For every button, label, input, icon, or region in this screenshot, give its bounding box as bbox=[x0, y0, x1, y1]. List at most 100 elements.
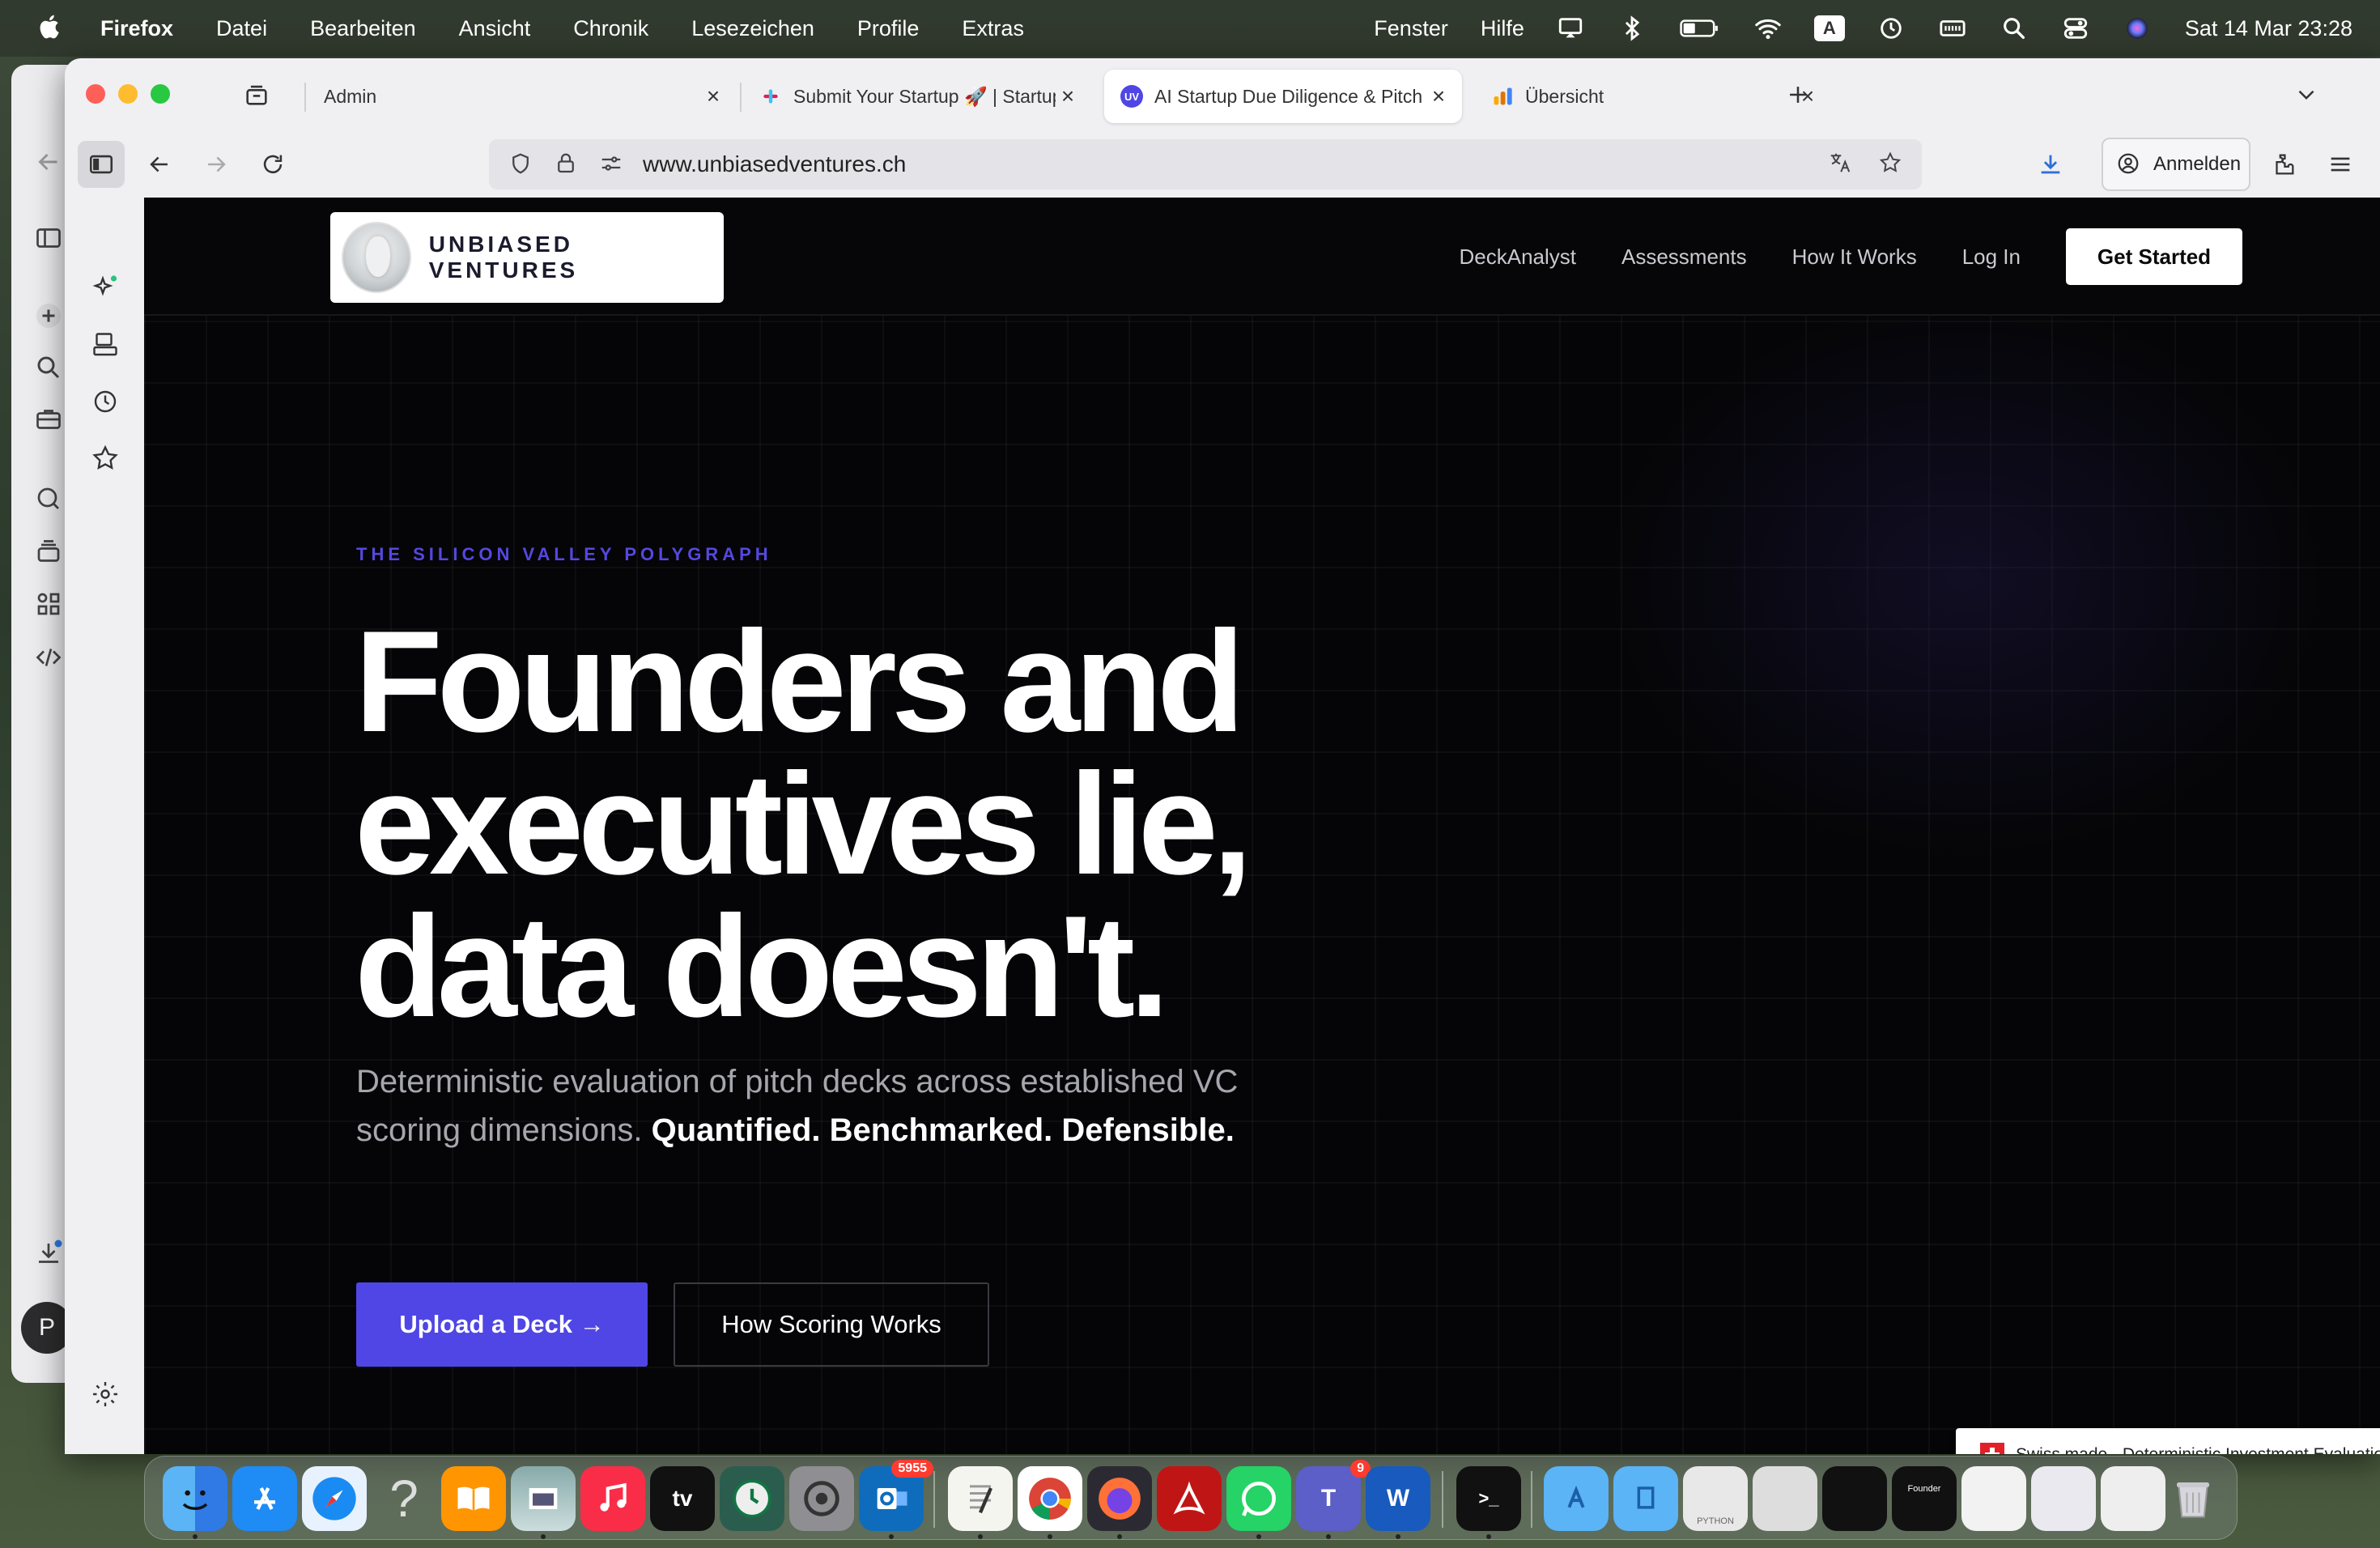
menu-extras[interactable]: Extras bbox=[962, 16, 1024, 41]
safari-icon[interactable] bbox=[302, 1466, 367, 1531]
wifi-icon[interactable] bbox=[1753, 15, 1783, 42]
stack-thumbnail-5[interactable] bbox=[2031, 1466, 2096, 1531]
bookmark-star-icon[interactable] bbox=[1878, 151, 1904, 176]
reload-button[interactable] bbox=[249, 141, 296, 188]
menu-datei[interactable]: Datei bbox=[216, 16, 267, 41]
history-clock-icon[interactable] bbox=[91, 387, 123, 419]
close-tab-icon[interactable]: × bbox=[1426, 83, 1451, 108]
apple-tv-icon[interactable]: tv bbox=[650, 1466, 715, 1531]
get-started-button[interactable]: Get Started bbox=[2066, 228, 2242, 285]
chrome-icon[interactable] bbox=[1018, 1466, 1082, 1531]
menu-profile[interactable]: Profile bbox=[857, 16, 920, 41]
app-store-icon[interactable] bbox=[232, 1466, 297, 1531]
bluetooth-icon[interactable] bbox=[1617, 15, 1647, 42]
close-window-button[interactable] bbox=[86, 84, 105, 104]
hero-subtext: Deterministic evaluation of pitch decks … bbox=[356, 1057, 1279, 1155]
display-icon[interactable] bbox=[1555, 15, 1586, 42]
finder-icon[interactable] bbox=[163, 1466, 227, 1531]
badge-text: Swiss made · Deterministic Investment Ev… bbox=[2016, 1445, 2380, 1454]
nav-how-it-works[interactable]: How It Works bbox=[1792, 245, 1917, 270]
teams-icon[interactable]: T 9 bbox=[1296, 1460, 1371, 1531]
system-settings-icon[interactable] bbox=[789, 1466, 854, 1531]
word-icon[interactable]: W bbox=[1366, 1466, 1430, 1531]
stack-thumbnail-1[interactable] bbox=[1753, 1466, 1817, 1531]
spotlight-search-icon[interactable] bbox=[1999, 15, 2029, 42]
stack-thumbnail-3[interactable]: Founder bbox=[1892, 1466, 1957, 1531]
tab-overview-icon[interactable] bbox=[233, 71, 280, 118]
list-all-tabs-icon[interactable] bbox=[2283, 71, 2330, 118]
nav-log-in[interactable]: Log In bbox=[1962, 245, 2021, 270]
python-file-icon[interactable]: PYTHON bbox=[1683, 1466, 1748, 1531]
siri-icon[interactable] bbox=[2122, 15, 2153, 42]
acrobat-icon[interactable] bbox=[1157, 1466, 1222, 1531]
site-permissions-icon[interactable] bbox=[599, 151, 625, 177]
sidebar-settings-gear-icon[interactable] bbox=[91, 1380, 123, 1412]
tracking-protection-shield-icon[interactable] bbox=[508, 151, 534, 177]
url-text[interactable]: www.unbiasedventures.ch bbox=[643, 151, 906, 177]
sign-in-button[interactable]: Anmelden bbox=[2102, 138, 2250, 191]
ai-chatbot-sparkle-icon[interactable] bbox=[91, 274, 123, 306]
how-scoring-works-button[interactable]: How Scoring Works bbox=[674, 1282, 989, 1367]
nav-assessments[interactable]: Assessments bbox=[1621, 245, 1747, 270]
close-tab-icon[interactable]: × bbox=[701, 83, 725, 108]
control-center-icon[interactable] bbox=[2060, 15, 2091, 42]
trash-icon[interactable] bbox=[2161, 1466, 2225, 1531]
apps-grid-icon bbox=[34, 589, 66, 622]
site-logo[interactable]: UNBIASED VENTURES bbox=[330, 212, 724, 303]
tab-admin[interactable]: Admin × bbox=[308, 70, 737, 123]
forward-button[interactable] bbox=[193, 141, 240, 188]
minimize-window-button[interactable] bbox=[118, 84, 138, 104]
logo-text: UNBIASED VENTURES bbox=[428, 232, 579, 283]
menu-lesezeichen[interactable]: Lesezeichen bbox=[691, 16, 814, 41]
stack-thumbnail-2[interactable] bbox=[1822, 1466, 1887, 1531]
tab-bar: Admin × Submit Your Startup 🚀 | Startup … bbox=[65, 58, 2380, 131]
menu-ansicht[interactable]: Ansicht bbox=[459, 16, 531, 41]
menu-hilfe[interactable]: Hilfe bbox=[1481, 16, 1524, 41]
nav-deckanalyst[interactable]: DeckAnalyst bbox=[1459, 245, 1576, 270]
lock-icon[interactable] bbox=[554, 151, 580, 177]
zoom-window-button[interactable] bbox=[151, 84, 170, 104]
outlook-badge: 5955 bbox=[891, 1460, 933, 1478]
menu-fenster[interactable]: Fenster bbox=[1374, 16, 1448, 41]
hamburger-menu-icon[interactable] bbox=[2317, 141, 2364, 188]
tab-submit-startup[interactable]: Submit Your Startup 🚀 | Startup × bbox=[743, 70, 1091, 123]
tips-help-icon[interactable]: ? bbox=[372, 1466, 436, 1531]
firefox-icon[interactable] bbox=[1087, 1466, 1152, 1531]
battery-icon[interactable] bbox=[1678, 15, 1722, 42]
tab-ai-due-diligence[interactable]: UV AI Startup Due Diligence & Pitch × bbox=[1104, 70, 1462, 123]
sidebar-toggle-icon bbox=[34, 223, 66, 256]
stack-thumbnail-4[interactable] bbox=[1961, 1466, 2026, 1531]
upload-deck-button[interactable]: Upload a Deck → bbox=[356, 1282, 648, 1367]
whatsapp-icon[interactable] bbox=[1226, 1466, 1291, 1531]
clock[interactable]: Sat 14 Mar 23:28 bbox=[2185, 16, 2352, 41]
terminal-icon[interactable]: >_ bbox=[1456, 1466, 1521, 1531]
downloads-icon[interactable] bbox=[2027, 141, 2074, 188]
books-icon[interactable] bbox=[441, 1466, 506, 1531]
slack-favicon-icon bbox=[759, 85, 782, 108]
url-bar[interactable]: www.unbiasedventures.ch bbox=[489, 139, 1922, 189]
apple-menu-icon[interactable] bbox=[36, 12, 68, 45]
music-icon[interactable] bbox=[580, 1466, 645, 1531]
time-machine-app-icon[interactable] bbox=[720, 1466, 784, 1531]
textedit-icon[interactable] bbox=[948, 1466, 1013, 1531]
stack-thumbnail-6[interactable] bbox=[2101, 1466, 2165, 1531]
menu-chronik[interactable]: Chronik bbox=[573, 16, 648, 41]
menu-app-name[interactable]: Firefox bbox=[100, 16, 173, 41]
back-button[interactable] bbox=[136, 141, 183, 188]
applications-folder-icon[interactable] bbox=[1544, 1466, 1609, 1531]
translate-icon[interactable] bbox=[1828, 151, 1854, 176]
sidebar-toggle-button[interactable] bbox=[78, 141, 125, 188]
swiss-made-badge: Swiss made · Deterministic Investment Ev… bbox=[1956, 1428, 2380, 1454]
preview-icon[interactable] bbox=[511, 1466, 576, 1531]
extensions-icon[interactable] bbox=[2260, 141, 2307, 188]
documents-folder-icon[interactable] bbox=[1613, 1466, 1678, 1531]
synced-tabs-icon[interactable] bbox=[91, 330, 123, 363]
new-tab-button[interactable] bbox=[1774, 71, 1821, 118]
input-source-icon[interactable]: A bbox=[1813, 15, 1845, 42]
close-tab-icon[interactable]: × bbox=[1056, 83, 1080, 108]
keyboard-icon[interactable] bbox=[1937, 15, 1968, 42]
bookmarks-star-icon[interactable] bbox=[91, 444, 123, 476]
menu-bearbeiten[interactable]: Bearbeiten bbox=[310, 16, 416, 41]
outlook-icon[interactable]: 5955 bbox=[859, 1460, 933, 1531]
time-machine-icon[interactable] bbox=[1876, 15, 1906, 42]
